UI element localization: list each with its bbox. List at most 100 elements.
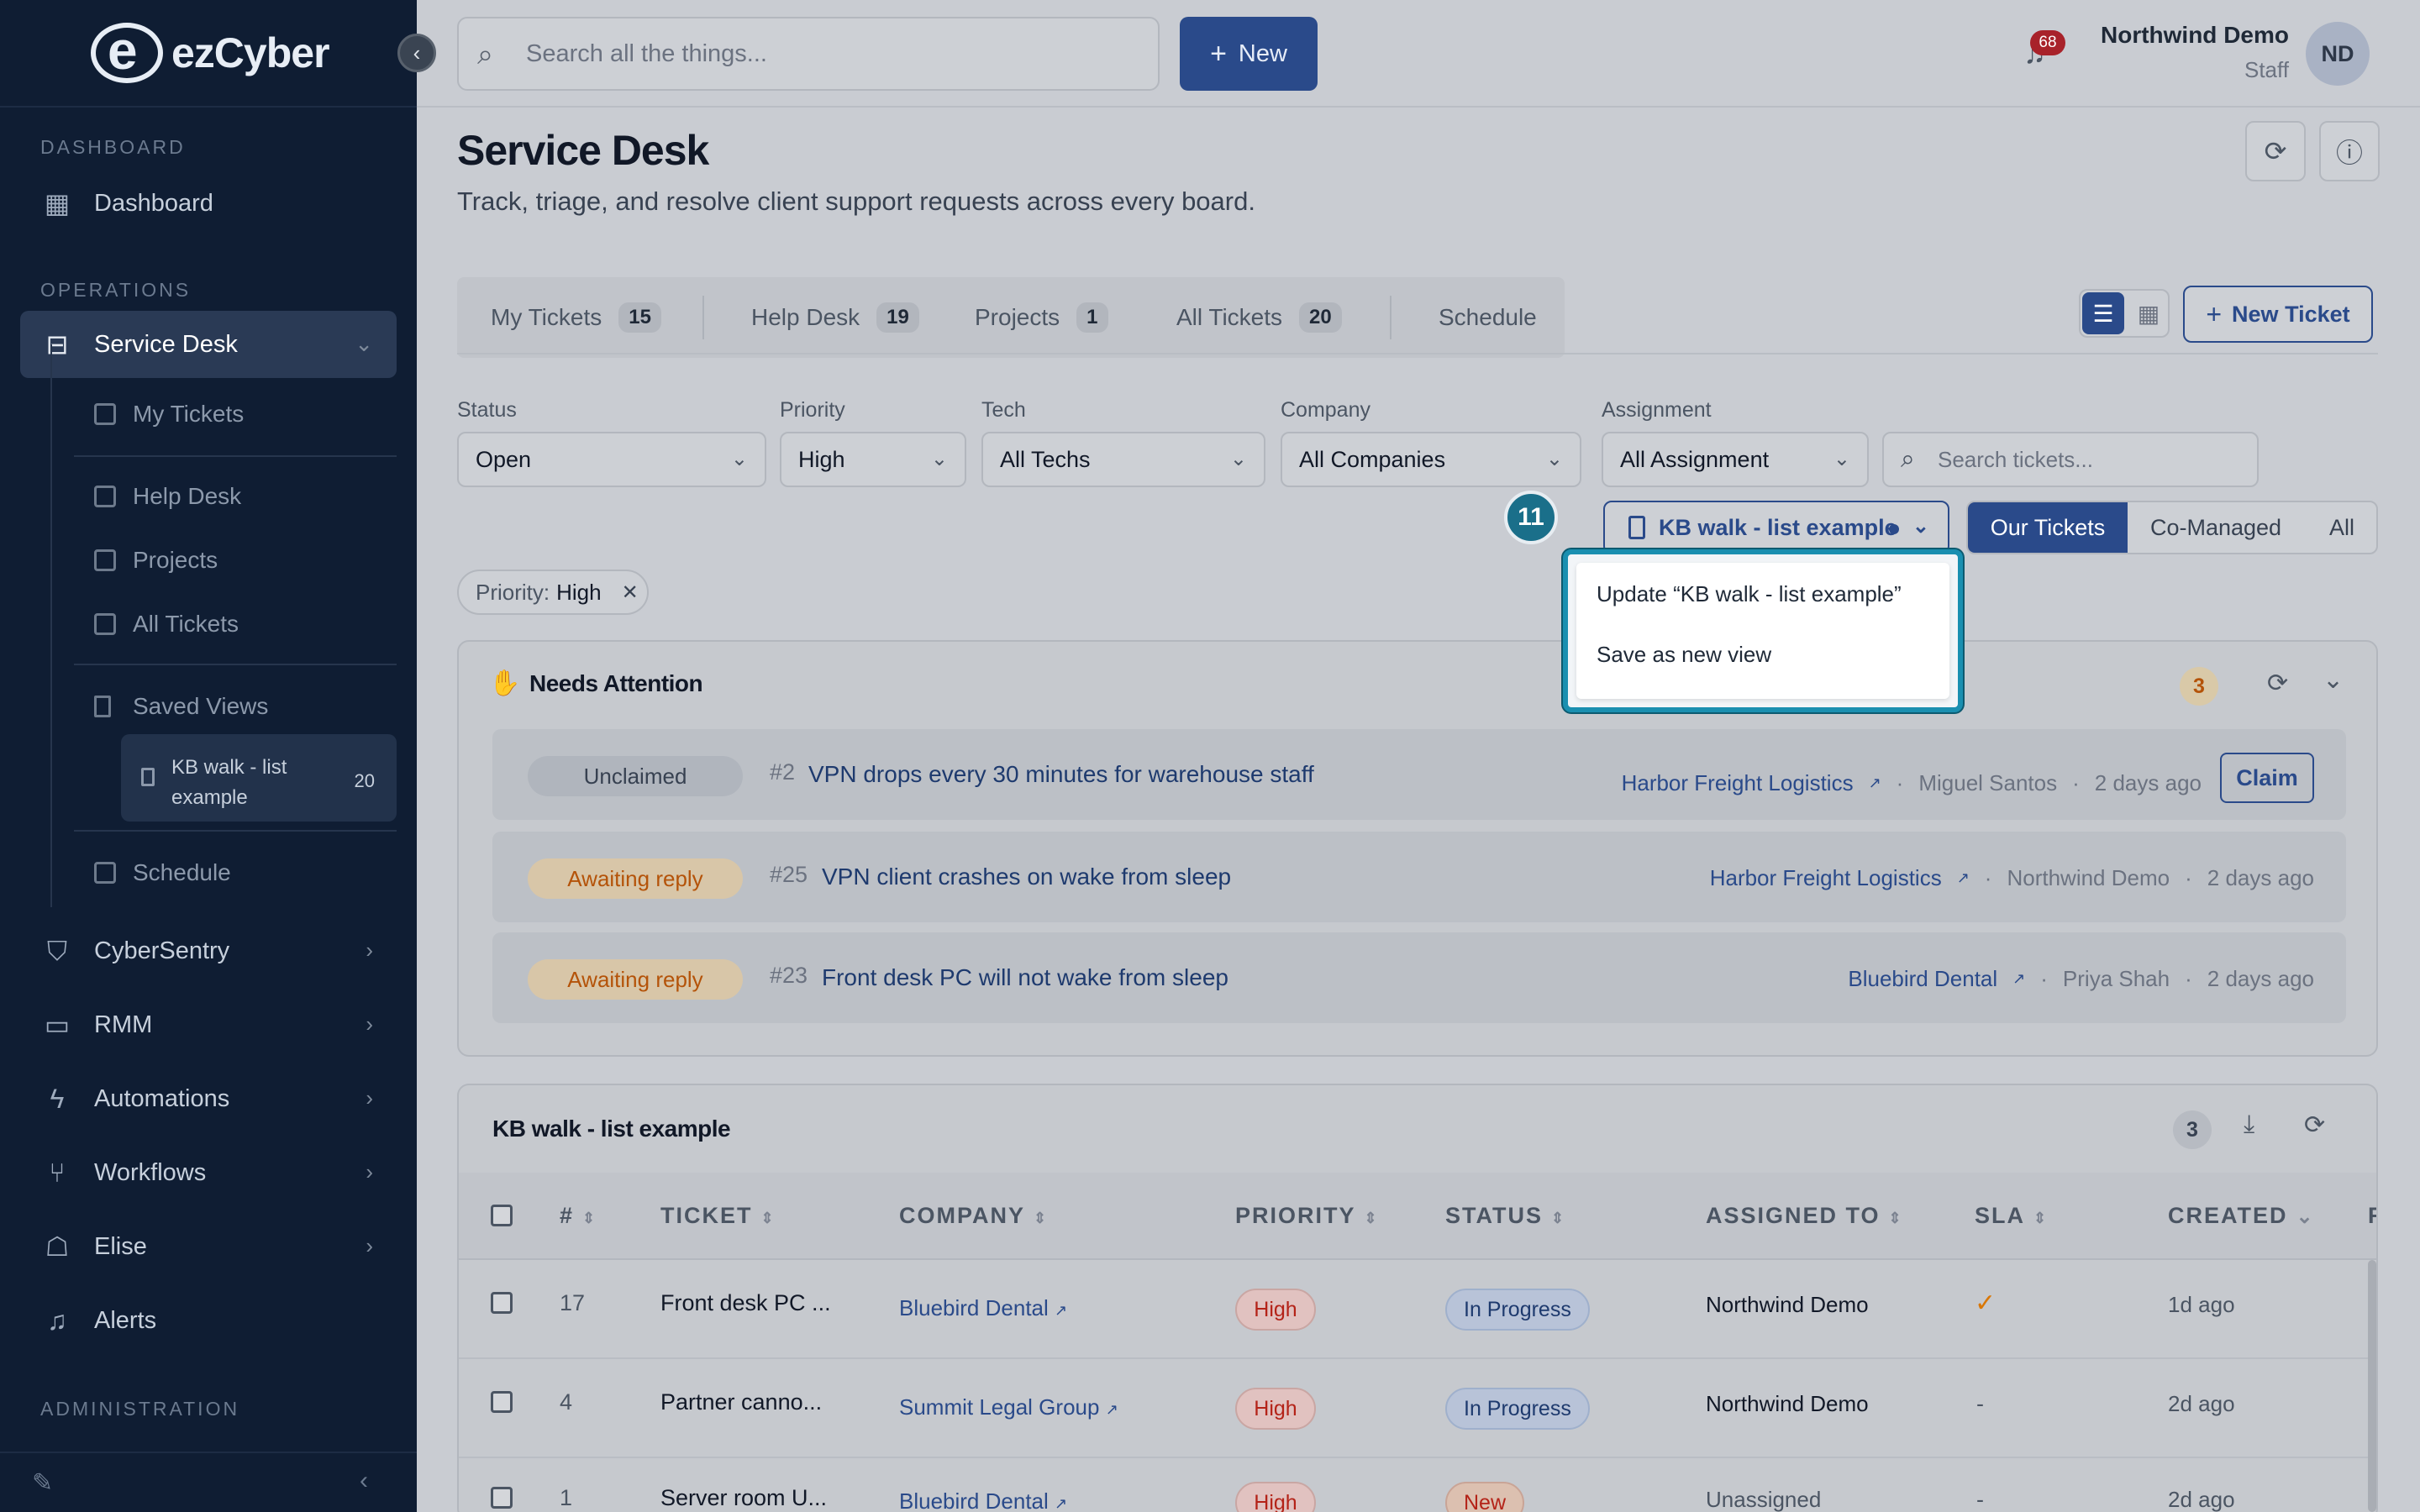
new-ticket-button[interactable]: + New Ticket	[2183, 286, 2373, 343]
tab-label: All Tickets	[1176, 304, 1283, 330]
col-status[interactable]: STATUS ⇕	[1445, 1203, 1564, 1229]
assignment-filter-select[interactable]: All Assignment ⌄	[1602, 432, 1869, 487]
table-row[interactable]: 1 Server room U... Bluebird Dental ↗ Hig…	[459, 1458, 2376, 1512]
close-icon[interactable]: ✕	[622, 580, 639, 605]
list-view-icon[interactable]: ☰	[2082, 292, 2124, 334]
company-link[interactable]: Bluebird Dental ↗	[899, 1488, 1067, 1512]
table-row[interactable]: 17 Front desk PC ... Bluebird Dental ↗ H…	[459, 1260, 2376, 1359]
sidebar-item-schedule[interactable]: Schedule	[94, 845, 397, 900]
needs-attention-card: ✋ Needs Attention 3 ⟳ ⌄ Unclaimed #2 VPN…	[457, 640, 2378, 1057]
sidebar-item-projects[interactable]: Projects	[94, 533, 397, 588]
col-label: #	[560, 1203, 575, 1228]
company-link[interactable]: Summit Legal Group ↗	[899, 1394, 1118, 1420]
nav-dashboard[interactable]: ▦ Dashboard	[20, 170, 397, 237]
col-number[interactable]: # ⇕	[560, 1203, 595, 1229]
nav-service-desk[interactable]: ⊟ Service Desk ⌄	[20, 311, 397, 378]
row-checkbox[interactable]	[491, 1292, 513, 1314]
priority-filter-select[interactable]: High ⌄	[780, 432, 966, 487]
col-priority[interactable]: PRIORITY ⇕	[1235, 1203, 1377, 1229]
grid-icon	[94, 486, 116, 507]
chevron-down-icon: ⌄	[1229, 448, 1247, 470]
brand-logo[interactable]: ezCyber	[0, 0, 417, 108]
claim-button[interactable]: Claim	[2220, 753, 2314, 803]
tech-filter-select[interactable]: All Techs ⌄	[981, 432, 1265, 487]
new-button[interactable]: + New	[1180, 17, 1318, 91]
ticket-title[interactable]: VPN drops every 30 minutes for warehouse…	[808, 761, 1314, 788]
nav-automations[interactable]: ϟ Automations ›	[20, 1065, 397, 1132]
ticket-title[interactable]: VPN client crashes on wake from sleep	[822, 864, 1231, 890]
sidebar-toggle-button[interactable]: ‹	[397, 34, 436, 72]
select-all-checkbox[interactable]	[491, 1205, 513, 1226]
status-filter-select[interactable]: Open ⌄	[457, 432, 766, 487]
table-scrollbar[interactable]	[2368, 1260, 2376, 1512]
ticket-title[interactable]: Front desk PC will not wake from sleep	[822, 964, 1228, 991]
tab-help-desk[interactable]: Help Desk 19	[751, 277, 919, 358]
nav-cybersentry[interactable]: ⛉ CyberSentry ›	[20, 917, 397, 984]
ticket-title[interactable]: Server room U...	[660, 1485, 827, 1511]
company-link[interactable]: Harbor Freight Logistics	[1622, 770, 1854, 796]
nav-elise[interactable]: ☖ Elise ›	[20, 1213, 397, 1280]
sidebar-item-my-tickets[interactable]: My Tickets	[94, 386, 397, 442]
ticket-search-input[interactable]: ⌕ Search tickets...	[1882, 432, 2259, 487]
attention-row[interactable]: Awaiting reply #25 VPN client crashes on…	[492, 832, 2346, 922]
col-ticket[interactable]: TICKET ⇕	[660, 1203, 774, 1229]
refresh-icon[interactable]: ⟳	[2304, 1110, 2325, 1140]
company-link[interactable]: Bluebird Dental	[1848, 966, 1997, 992]
tab-projects[interactable]: Projects 1	[975, 277, 1108, 358]
update-view-menu-item[interactable]: Update “KB walk - list example”	[1597, 581, 1902, 607]
download-icon[interactable]: ⤓	[2244, 1110, 2254, 1139]
scope-co-managed[interactable]: Co-Managed	[2128, 502, 2304, 553]
col-label: ASSIGNED TO	[1706, 1203, 1881, 1228]
collapse-sidebar-icon[interactable]: ‹	[360, 1467, 368, 1495]
help-button[interactable]: ⓘ	[2319, 121, 2380, 181]
attention-row[interactable]: Unclaimed #2 VPN drops every 30 minutes …	[492, 729, 2346, 820]
user-name[interactable]: Northwind Demo	[2067, 22, 2289, 49]
avatar[interactable]: ND	[2306, 22, 2370, 86]
col-created[interactable]: CREATED ⌄	[2168, 1203, 2313, 1229]
row-checkbox[interactable]	[491, 1487, 513, 1509]
nav-workflows[interactable]: ⑂ Workflows ›	[20, 1139, 397, 1206]
nav-rmm[interactable]: ▭ RMM ›	[20, 991, 397, 1058]
col-assigned[interactable]: ASSIGNED TO ⇕	[1706, 1203, 1902, 1229]
page-subtitle: Track, triage, and resolve client suppor…	[457, 186, 1255, 216]
sla-value: -	[1976, 1487, 1984, 1512]
menu-panel: Update “KB walk - list example” Save as …	[1576, 563, 1949, 699]
col-sla[interactable]: SLA ⇕	[1975, 1203, 2046, 1229]
ticket-title[interactable]: Front desk PC ...	[660, 1290, 831, 1316]
grid-icon: ▦	[44, 188, 71, 218]
saved-view-item[interactable]: KB walk - list example 20	[121, 734, 397, 822]
company-filter-select[interactable]: All Companies ⌄	[1281, 432, 1581, 487]
refresh-button[interactable]: ⟳	[2245, 121, 2306, 181]
bookmark-icon	[141, 768, 155, 786]
scope-all[interactable]: All	[2304, 502, 2376, 553]
scope-our-tickets[interactable]: Our Tickets	[1968, 502, 2128, 553]
step-badge: 11	[1504, 491, 1558, 544]
ticket-title[interactable]: Partner canno...	[660, 1389, 822, 1415]
grid-view-icon[interactable]: ▦	[2128, 292, 2170, 334]
tab-schedule[interactable]: Schedule	[1439, 277, 1537, 358]
sidebar-item-all-tickets[interactable]: All Tickets	[94, 596, 397, 652]
save-as-new-view-menu-item[interactable]: Save as new view	[1597, 642, 1771, 668]
chevron-down-icon[interactable]: ⌄	[2323, 665, 2344, 695]
table-row[interactable]: 4 Partner canno... Summit Legal Group ↗ …	[459, 1359, 2376, 1458]
tab-all-tickets[interactable]: All Tickets 20	[1176, 277, 1342, 358]
sidebar-item-saved-views[interactable]: Saved Views	[94, 679, 397, 734]
nav-alerts[interactable]: ♫ Alerts	[20, 1287, 397, 1354]
nav-label: Alerts	[94, 1306, 157, 1334]
edit-icon[interactable]: ✎	[32, 1468, 53, 1498]
assignment-filter-label: Assignment	[1602, 398, 1712, 422]
ticket-age: 2 days ago	[2207, 865, 2314, 890]
col-extra[interactable]: R	[2368, 1203, 2376, 1229]
refresh-icon[interactable]: ⟳	[2267, 669, 2288, 698]
attention-row[interactable]: Awaiting reply #23 Front desk PC will no…	[492, 932, 2346, 1023]
tab-my-tickets[interactable]: My Tickets 15	[491, 277, 661, 358]
company-link[interactable]: Bluebird Dental ↗	[899, 1295, 1067, 1321]
row-checkbox[interactable]	[491, 1391, 513, 1413]
separator: ·	[1896, 769, 1904, 795]
company-link[interactable]: Harbor Freight Logistics	[1710, 865, 1942, 891]
col-company[interactable]: COMPANY ⇕	[899, 1203, 1046, 1229]
sidebar-item-help-desk[interactable]: Help Desk	[94, 469, 397, 524]
external-link-icon: ↗	[1055, 1302, 1068, 1319]
global-search-input[interactable]: ⌕ Search all the things...	[457, 17, 1160, 91]
saved-view-select[interactable]: KB walk - list example ⌄	[1603, 501, 1949, 554]
